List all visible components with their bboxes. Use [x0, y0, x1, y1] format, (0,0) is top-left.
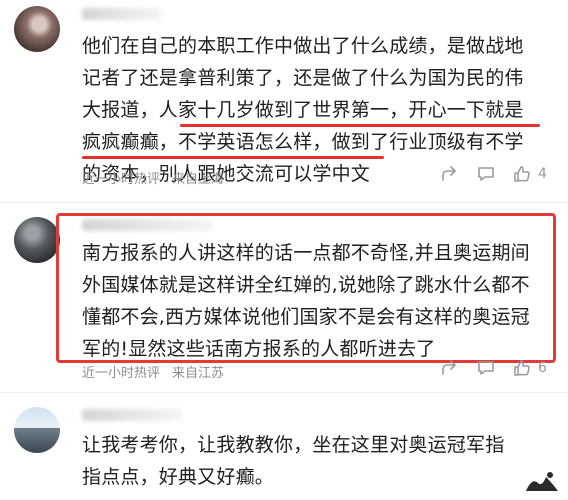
like-count: 4: [538, 166, 547, 182]
comment-icon[interactable]: [476, 164, 496, 184]
divider: [0, 392, 568, 393]
thumbs-up-icon: [512, 358, 532, 378]
comment-line: 让我考考你，让我教教你，坐在这里对奥运冠军指: [82, 434, 505, 456]
comment-line: 南方报系的人讲这样的话一点都不奇怪,并且奥运期间: [82, 242, 530, 264]
comment-item: 他们在自己的本职工作中做出了什么成绩，是做战地 记者了还是拿普利策了，还是做了什…: [0, 0, 568, 200]
comment-time: 近一小时热评: [82, 172, 161, 187]
comment-actions: 6: [440, 358, 547, 378]
comment-location: 来自上海: [172, 172, 225, 187]
comment-item: 让我考考你，让我教教你，坐在这里对奥运冠军指 指点点，好典又好癫。: [0, 395, 568, 500]
share-icon[interactable]: [440, 358, 460, 378]
comment-text: 南方报系的人讲这样的话一点都不奇怪,并且奥运期间 外国媒体就是这样讲全红婵的,说…: [82, 237, 552, 365]
comment-location: 来自江苏: [172, 366, 225, 381]
highlight-underline: [82, 156, 384, 159]
comment-line: 记者了还是拿普利策了，还是做了什么为国为民的伟: [82, 67, 524, 89]
like-count: 6: [538, 360, 547, 376]
comment-line: 他们在自己的本职工作中做出了什么成绩，是做战地: [82, 35, 524, 57]
comment-time: 近一小时热评: [82, 366, 161, 381]
divider: [0, 202, 568, 203]
comment-meta: 近一小时热评 来自江苏: [82, 362, 224, 381]
comment-line: 懂都不会,西方媒体说他们国家不是会有这样的奥运冠: [82, 306, 530, 328]
comment-line: 大报道，人家十几岁做到了世界第一，开心一下就是: [82, 99, 524, 121]
comment-icon[interactable]: [476, 358, 496, 378]
share-icon[interactable]: [440, 164, 460, 184]
avatar[interactable]: [14, 407, 60, 453]
comment-text: 让我考考你，让我教教你，坐在这里对奥运冠军指 指点点，好典又好癫。: [82, 429, 552, 493]
avatar[interactable]: [14, 217, 60, 263]
username[interactable]: [82, 409, 182, 421]
comment-line: 疯疯癫癫，不学英语怎么样，做到了行业顶级有不学: [82, 131, 524, 153]
like-button[interactable]: 4: [512, 164, 547, 184]
comment-line: 指点点，好典又好癫。: [82, 466, 275, 488]
like-button[interactable]: 6: [512, 358, 547, 378]
username[interactable]: [82, 8, 162, 20]
comment-meta: 近一小时热评 来自上海: [82, 168, 224, 187]
comment-actions: 4: [440, 164, 547, 184]
watermark-icon: [526, 472, 558, 491]
comment-line: 外国媒体就是这样讲全红婵的,说她除了跳水什么都不: [82, 274, 530, 296]
highlight-underline: [180, 124, 540, 127]
thumbs-up-icon: [512, 164, 532, 184]
avatar[interactable]: [14, 6, 60, 52]
comment-item: 南方报系的人讲这样的话一点都不奇怪,并且奥运期间 外国媒体就是这样讲全红婵的,说…: [0, 205, 568, 395]
